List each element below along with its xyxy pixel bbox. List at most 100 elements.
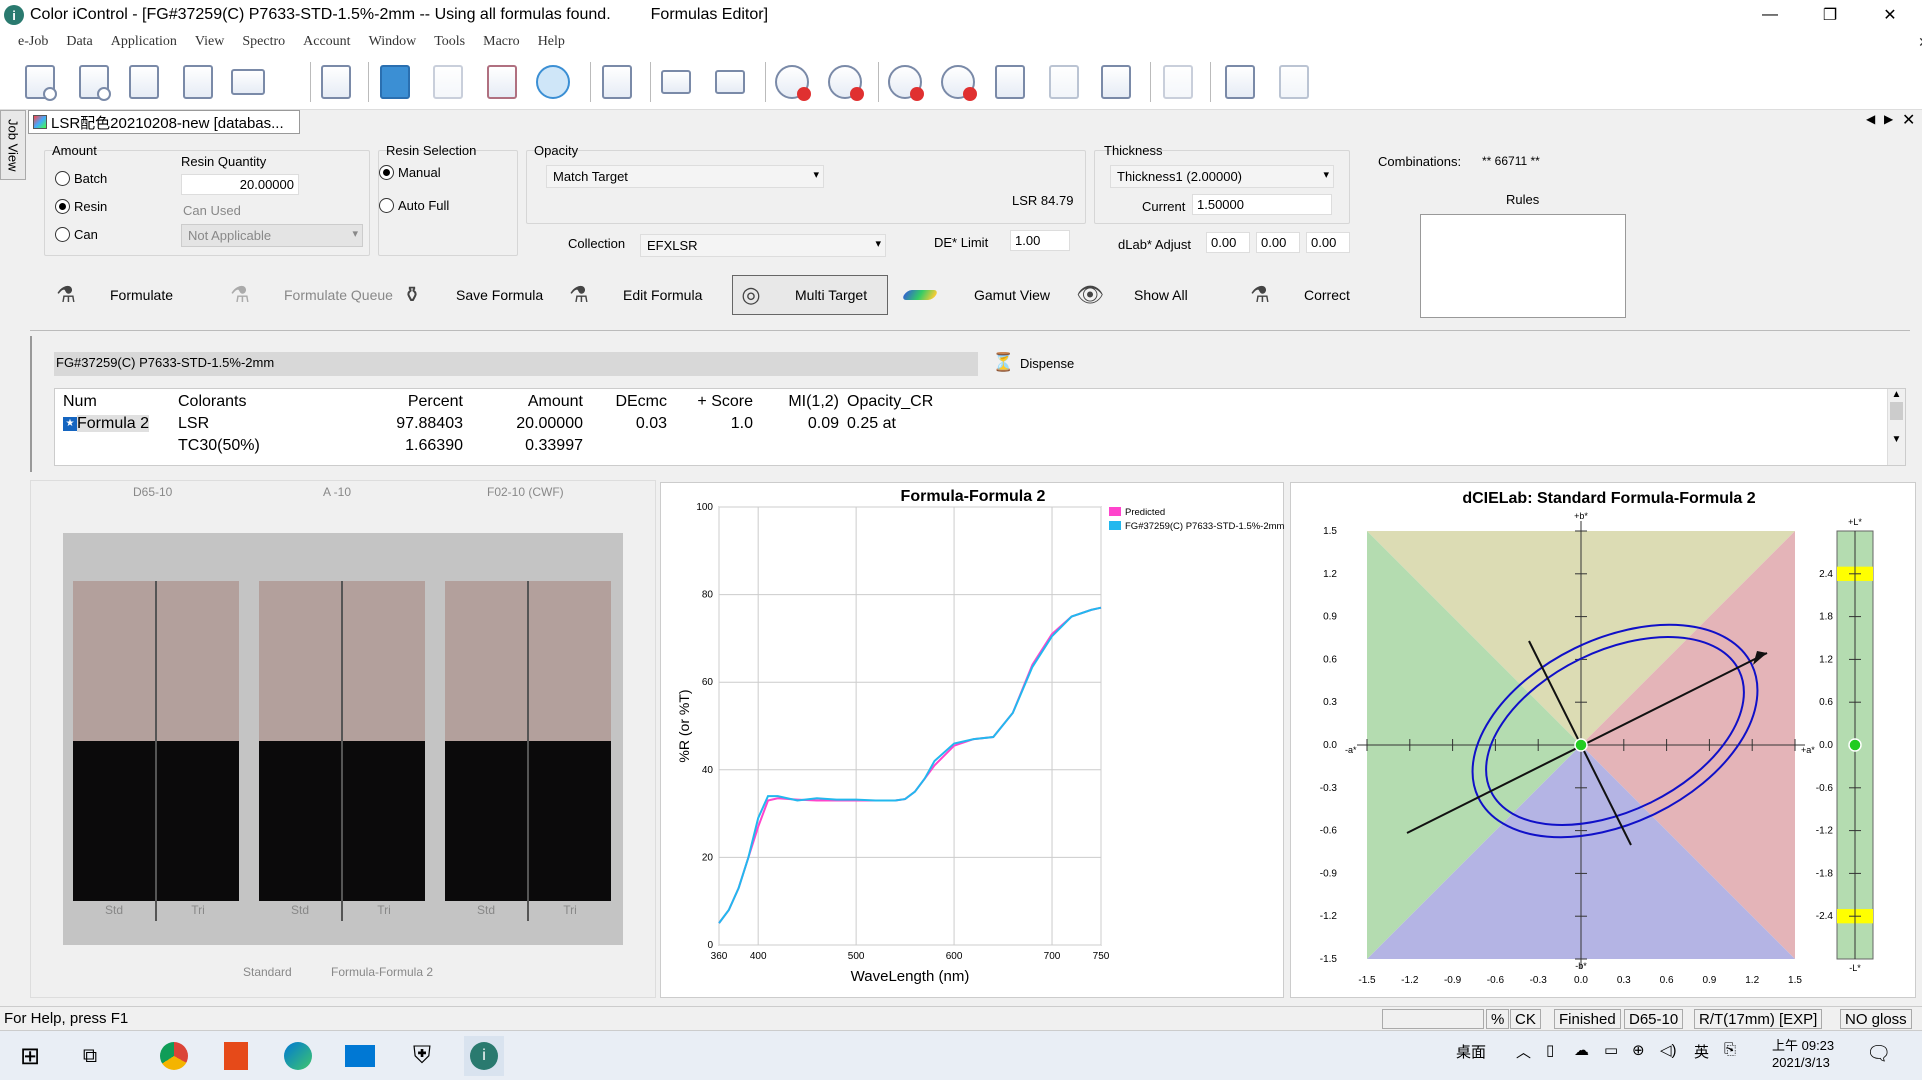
minimize-button[interactable]: —: [1742, 0, 1798, 30]
spectro-icon[interactable]: [656, 62, 696, 102]
can-used-select[interactable]: Not Applicable: [181, 224, 363, 247]
notification-icon[interactable]: 🗨: [1866, 1041, 1891, 1066]
menu-tools[interactable]: Tools: [434, 34, 465, 50]
task-view-icon[interactable]: ⧉: [70, 1036, 110, 1076]
resin-quantity-input[interactable]: 20.00000: [181, 174, 299, 195]
col-colorants[interactable]: Colorants: [174, 391, 349, 413]
scale-icon[interactable]: [428, 62, 468, 102]
batch-add-icon[interactable]: [885, 62, 925, 102]
clock-date[interactable]: 2021/3/13: [1772, 1055, 1830, 1070]
lab-flask-icon[interactable]: [990, 62, 1030, 102]
app-icon[interactable]: i: [4, 5, 24, 25]
mail-icon[interactable]: [340, 1036, 380, 1076]
mdi-close-icon[interactable]: ✕: [1918, 34, 1922, 51]
col-num[interactable]: Num: [59, 391, 174, 413]
gamut-view-button[interactable]: Gamut View: [901, 275, 1050, 315]
current-thickness-input[interactable]: 1.50000: [1192, 194, 1332, 215]
office-icon[interactable]: [216, 1036, 256, 1076]
formulate-queue-button[interactable]: ⚗ Formulate Queue: [226, 275, 393, 315]
da-adjust-input[interactable]: 0.00: [1256, 232, 1300, 253]
target-add-icon[interactable]: [772, 62, 812, 102]
export-icon[interactable]: [1220, 62, 1260, 102]
thickness-select[interactable]: Thickness1 (2.00000): [1110, 165, 1334, 188]
job-view-tab[interactable]: Job View: [0, 110, 26, 180]
col-mi[interactable]: MI(1,2): [757, 391, 843, 413]
table-scrollbar[interactable]: ▲ ▼: [1887, 389, 1905, 465]
correct-button[interactable]: ⚗ Correct: [1246, 275, 1350, 315]
menu-ejob[interactable]: e-Job: [18, 34, 48, 50]
table-row[interactable]: ★ Formula 2 LSR 97.88403 20.00000 0.03 1.…: [59, 413, 943, 435]
db-adjust-input[interactable]: 0.00: [1306, 232, 1350, 253]
camera-icon[interactable]: [1158, 62, 1198, 102]
menu-application[interactable]: Application: [111, 34, 177, 50]
menu-spectro[interactable]: Spectro: [242, 34, 285, 50]
batch-radio[interactable]: [55, 171, 70, 186]
can-radio[interactable]: [55, 227, 70, 242]
volume-icon[interactable]: ◁): [1660, 1041, 1677, 1059]
collection-select[interactable]: EFXLSR: [640, 234, 886, 257]
de-limit-input[interactable]: 1.00: [1010, 230, 1070, 251]
network-icon[interactable]: [1274, 62, 1314, 102]
security-icon[interactable]: ⛨: [402, 1036, 442, 1076]
dl-adjust-input[interactable]: 0.00: [1206, 232, 1250, 253]
search-report-icon[interactable]: [1096, 62, 1136, 102]
col-opacity-cr[interactable]: Opacity_CR: [843, 391, 943, 413]
restore-button[interactable]: ❐: [1802, 0, 1858, 30]
menu-help[interactable]: Help: [538, 34, 565, 50]
resin-radio[interactable]: [55, 199, 70, 214]
new-job-icon[interactable]: [20, 62, 60, 102]
col-decmc[interactable]: DEcmc: [587, 391, 671, 413]
battery-icon[interactable]: ▭: [1604, 1041, 1618, 1059]
flask-icon[interactable]: [482, 62, 522, 102]
rules-box[interactable]: [1420, 214, 1626, 318]
menu-account[interactable]: Account: [303, 34, 350, 50]
save-formula-button[interactable]: ⚱ Save Formula: [398, 275, 543, 315]
edge-icon[interactable]: [278, 1036, 318, 1076]
cloud-icon[interactable]: ☁: [1574, 1041, 1589, 1059]
ime-label[interactable]: 英: [1694, 1041, 1709, 1062]
manual-radio[interactable]: [379, 165, 394, 180]
open-icon[interactable]: [124, 62, 164, 102]
dispense-label[interactable]: Dispense: [1020, 356, 1074, 371]
network-globe-icon[interactable]: ⊕: [1632, 1041, 1645, 1059]
print-icon[interactable]: [228, 62, 268, 102]
scroll-up-icon[interactable]: ▲: [1888, 389, 1905, 400]
scroll-down-icon[interactable]: ▼: [1888, 434, 1905, 445]
chrome-icon[interactable]: [154, 1036, 194, 1076]
edit-formula-button[interactable]: ⚗ Edit Formula: [565, 275, 702, 315]
col-percent[interactable]: Percent: [349, 391, 467, 413]
tab-close-icon[interactable]: ✕: [1902, 110, 1915, 130]
spectro-down-icon[interactable]: [710, 62, 750, 102]
tray-chevron-icon[interactable]: ︿: [1516, 1041, 1531, 1062]
menu-view[interactable]: View: [195, 34, 224, 50]
checkbox-icon[interactable]: [375, 62, 415, 102]
col-amount[interactable]: Amount: [467, 391, 587, 413]
color-icontrol-task-icon[interactable]: i: [464, 1036, 504, 1076]
tab-next-icon[interactable]: ▶: [1884, 112, 1893, 126]
new-data-icon[interactable]: [74, 62, 114, 102]
desktop-label[interactable]: 桌面: [1456, 1041, 1486, 1062]
windows-start-icon[interactable]: ⊞: [10, 1036, 50, 1076]
auto-radio[interactable]: [379, 198, 394, 213]
multi-target-button[interactable]: ◎ Multi Target: [732, 275, 888, 315]
close-button[interactable]: ✕: [1862, 0, 1918, 30]
formulate-button[interactable]: ⚗ Formulate: [52, 275, 173, 315]
target-remove-icon[interactable]: [825, 62, 865, 102]
funnel-icon[interactable]: ⏳: [992, 352, 1014, 373]
menu-window[interactable]: Window: [369, 34, 417, 50]
batch-remove-icon[interactable]: [938, 62, 978, 102]
ime-mode-icon[interactable]: ⎘: [1724, 1041, 1736, 1058]
menu-data[interactable]: Data: [66, 34, 92, 50]
document-tab[interactable]: LSR配色20210208-new [databas...: [28, 110, 300, 134]
code-doc-icon[interactable]: [597, 62, 637, 102]
report-icon[interactable]: [1044, 62, 1084, 102]
col-score[interactable]: + Score: [671, 391, 757, 413]
shield-icon[interactable]: [533, 62, 573, 102]
settings-doc-icon[interactable]: [316, 62, 356, 102]
opacity-select[interactable]: Match Target: [546, 165, 824, 188]
clock-time[interactable]: 上午 09:23: [1772, 1035, 1834, 1054]
table-row[interactable]: TC30(50%) 1.66390 0.33997: [59, 435, 943, 457]
menu-macro[interactable]: Macro: [483, 34, 520, 50]
scroll-thumb[interactable]: [1890, 402, 1903, 420]
save-icon[interactable]: [178, 62, 218, 102]
